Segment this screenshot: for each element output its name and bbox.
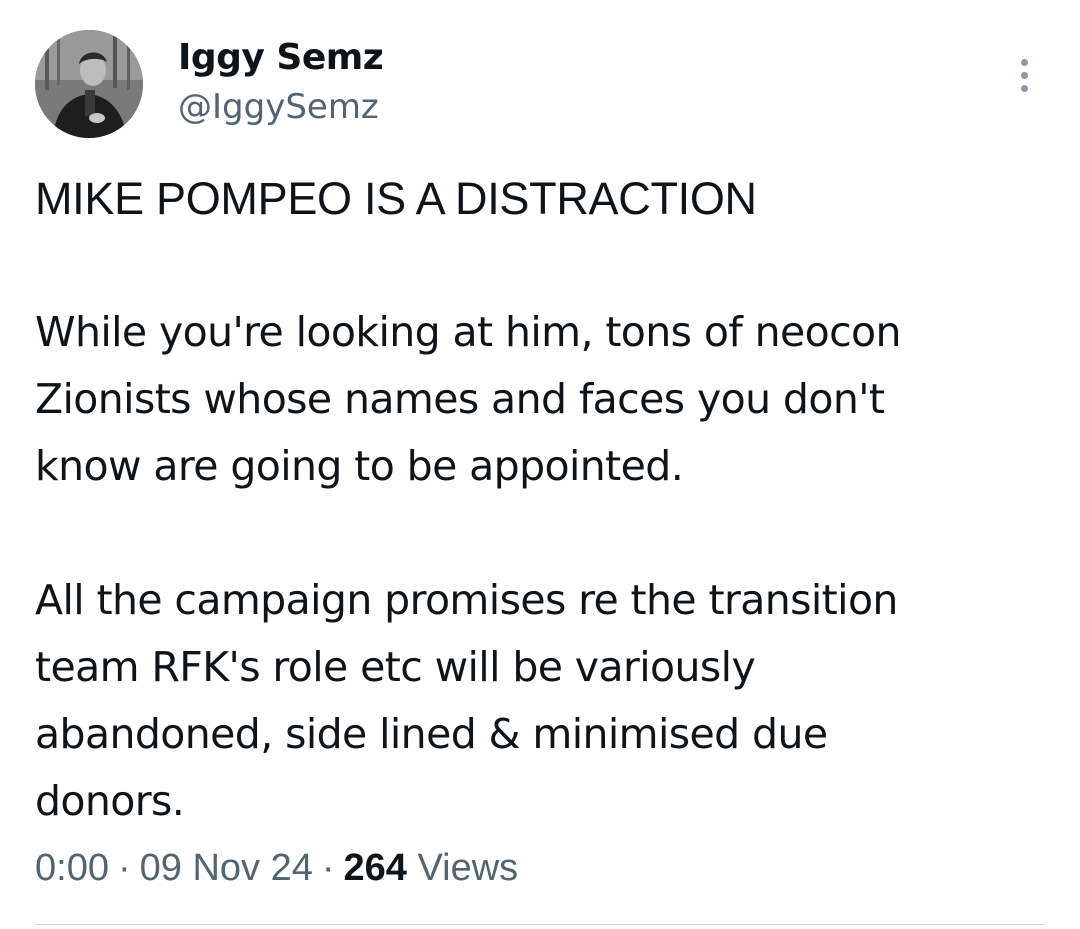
more-vertical-icon-dot [1020, 71, 1028, 79]
tweet-time[interactable]: 0:00 [35, 847, 109, 889]
tweet-headline: MIKE POMPEO IS A DISTRACTION [35, 173, 757, 224]
divider [35, 924, 1045, 925]
tweet-meta: 0:00 · 09 Nov 24 · 264 Views [35, 845, 518, 891]
tweet-card: Iggy Semz @IggySemz MIKE POMPEO IS A DIS… [0, 0, 1080, 929]
more-vertical-icon-dot [1020, 84, 1028, 92]
more-vertical-icon [1020, 58, 1028, 66]
author-display-name[interactable]: Iggy Semz [178, 36, 384, 80]
meta-separator: · [321, 847, 335, 889]
views-label[interactable]: Views [417, 847, 518, 889]
tweet-paragraph: All the campaign promises re the transit… [35, 576, 898, 825]
meta-separator: · [117, 847, 131, 889]
avatar-photo [35, 30, 143, 138]
views-count[interactable]: 264 [344, 847, 407, 889]
tweet-paragraph: While you're looking at him, tons of neo… [35, 308, 902, 490]
author-handle[interactable]: @IggySemz [178, 86, 379, 128]
tweet-text: MIKE POMPEO IS A DISTRACTION While you'r… [35, 165, 1045, 835]
avatar[interactable] [35, 30, 143, 138]
tweet-date[interactable]: 09 Nov 24 [140, 847, 313, 889]
more-options-button[interactable] [1006, 52, 1042, 98]
